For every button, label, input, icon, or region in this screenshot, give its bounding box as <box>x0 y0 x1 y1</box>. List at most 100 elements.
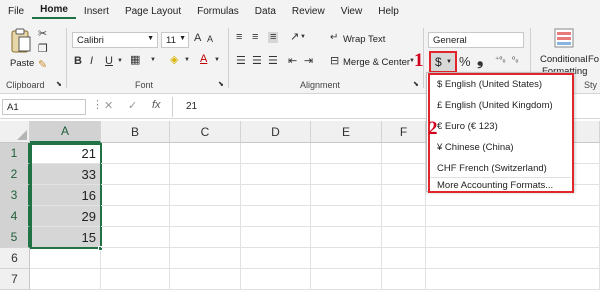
empty-cell[interactable] <box>241 143 311 164</box>
empty-cell[interactable] <box>101 206 170 227</box>
column-header-a[interactable]: A <box>30 121 101 143</box>
percent-style-button[interactable]: % <box>459 55 471 68</box>
empty-cell[interactable] <box>382 227 426 248</box>
font-size-select[interactable]: 11 ▼ <box>161 32 189 48</box>
empty-cell[interactable] <box>170 206 241 227</box>
empty-cell[interactable] <box>170 269 241 290</box>
wrap-text-button[interactable]: Wrap Text <box>343 34 385 45</box>
empty-cell[interactable] <box>241 206 311 227</box>
empty-cell[interactable] <box>170 185 241 206</box>
formula-input[interactable]: 21 <box>186 101 197 112</box>
select-all-corner[interactable] <box>0 121 30 143</box>
column-header-f[interactable]: F <box>382 121 426 143</box>
decrease-indent-icon[interactable]: ⇤ <box>288 56 297 67</box>
grow-font-icon[interactable]: A <box>194 33 201 44</box>
empty-cell[interactable] <box>241 269 311 290</box>
wrap-text-icon[interactable]: ↵ <box>330 33 338 43</box>
tab-help[interactable]: Help <box>370 6 407 17</box>
chevron-down-icon[interactable]: ▼ <box>300 34 306 40</box>
empty-cell[interactable] <box>426 206 600 227</box>
empty-cell[interactable] <box>311 185 382 206</box>
empty-cell[interactable] <box>382 206 426 227</box>
borders-icon[interactable]: ▦ <box>130 55 140 66</box>
cell-a6[interactable] <box>30 248 101 269</box>
underline-button[interactable]: U <box>105 56 113 67</box>
merge-center-button[interactable]: Merge & Center <box>343 57 410 68</box>
empty-cell[interactable] <box>241 248 311 269</box>
name-box[interactable]: A1 <box>2 99 86 115</box>
align-right-icon[interactable]: ☰ <box>268 56 278 67</box>
empty-cell[interactable] <box>311 227 382 248</box>
empty-cell[interactable] <box>382 185 426 206</box>
empty-cell[interactable] <box>311 206 382 227</box>
empty-cell[interactable] <box>170 227 241 248</box>
decrease-decimal-button[interactable]: ⁰₀ <box>512 56 519 64</box>
column-header-b[interactable]: B <box>101 121 170 143</box>
insert-function-icon[interactable]: fx <box>152 100 161 111</box>
row-header[interactable]: 6 <box>0 248 30 269</box>
cancel-icon[interactable]: ✕ <box>104 101 113 112</box>
empty-cell[interactable] <box>426 227 600 248</box>
number-format-select[interactable]: General <box>428 32 524 48</box>
row-header[interactable]: 2 <box>0 164 30 185</box>
tab-insert[interactable]: Insert <box>76 6 117 17</box>
row-header[interactable]: 4 <box>0 206 30 227</box>
empty-cell[interactable] <box>382 143 426 164</box>
empty-cell[interactable] <box>426 269 600 290</box>
empty-cell[interactable] <box>382 269 426 290</box>
paste-button[interactable]: Paste <box>8 28 34 74</box>
row-header[interactable]: 7 <box>0 269 30 290</box>
align-middle-icon[interactable]: ≡ <box>252 32 258 43</box>
tab-review[interactable]: Review <box>284 6 333 17</box>
align-left-icon[interactable]: ☰ <box>236 56 246 67</box>
format-as-table-button[interactable]: Fo <box>588 54 599 65</box>
italic-button[interactable]: I <box>90 56 93 67</box>
chevron-down-icon[interactable]: ▼ <box>150 57 156 63</box>
format-painter-icon[interactable]: ✎ <box>38 60 47 71</box>
column-header-c[interactable]: C <box>170 121 241 143</box>
tab-file[interactable]: File <box>0 6 32 17</box>
row-header[interactable]: 3 <box>0 185 30 206</box>
font-launcher-icon[interactable]: ⬊ <box>218 81 224 88</box>
tab-view[interactable]: View <box>333 6 371 17</box>
row-header[interactable]: 5 <box>0 227 30 248</box>
increase-indent-icon[interactable]: ⇥ <box>304 56 313 67</box>
empty-cell[interactable] <box>101 269 170 290</box>
tab-home[interactable]: Home <box>32 4 76 19</box>
empty-cell[interactable] <box>311 248 382 269</box>
cell-a7[interactable] <box>30 269 101 290</box>
column-header-e[interactable]: E <box>311 121 382 143</box>
empty-cell[interactable] <box>241 227 311 248</box>
alignment-launcher-icon[interactable]: ⬊ <box>413 81 419 88</box>
empty-cell[interactable] <box>101 185 170 206</box>
empty-cell[interactable] <box>241 185 311 206</box>
align-top-icon[interactable]: ≡ <box>236 32 242 43</box>
orientation-icon[interactable]: ↗ <box>290 32 299 43</box>
increase-decimal-button[interactable]: ⁺⁰₀ <box>495 56 506 64</box>
copy-icon[interactable]: ❐ <box>38 44 48 55</box>
empty-cell[interactable] <box>170 143 241 164</box>
column-header-d[interactable]: D <box>241 121 311 143</box>
empty-cell[interactable] <box>101 248 170 269</box>
empty-cell[interactable] <box>101 164 170 185</box>
empty-cell[interactable] <box>382 248 426 269</box>
align-bottom-icon[interactable]: ≡ <box>268 32 279 43</box>
shrink-font-icon[interactable]: A <box>207 35 213 44</box>
empty-cell[interactable] <box>241 164 311 185</box>
chevron-down-icon[interactable]: ▼ <box>117 58 123 64</box>
row-header[interactable]: 1 <box>0 143 30 164</box>
cut-icon[interactable]: ✂ <box>38 29 47 40</box>
clipboard-launcher-icon[interactable]: ⬊ <box>56 81 62 88</box>
empty-cell[interactable] <box>170 164 241 185</box>
merge-center-icon[interactable]: ⊟ <box>330 56 339 67</box>
confirm-icon[interactable]: ✓ <box>128 101 137 112</box>
empty-cell[interactable] <box>382 164 426 185</box>
empty-cell[interactable] <box>170 248 241 269</box>
chevron-down-icon[interactable]: ▼ <box>214 57 220 63</box>
empty-cell[interactable] <box>311 269 382 290</box>
font-name-select[interactable]: Calibri ▼ <box>72 32 158 48</box>
tab-page-layout[interactable]: Page Layout <box>117 6 189 17</box>
empty-cell[interactable] <box>311 143 382 164</box>
empty-cell[interactable] <box>426 248 600 269</box>
align-center-icon[interactable]: ☰ <box>252 56 262 67</box>
